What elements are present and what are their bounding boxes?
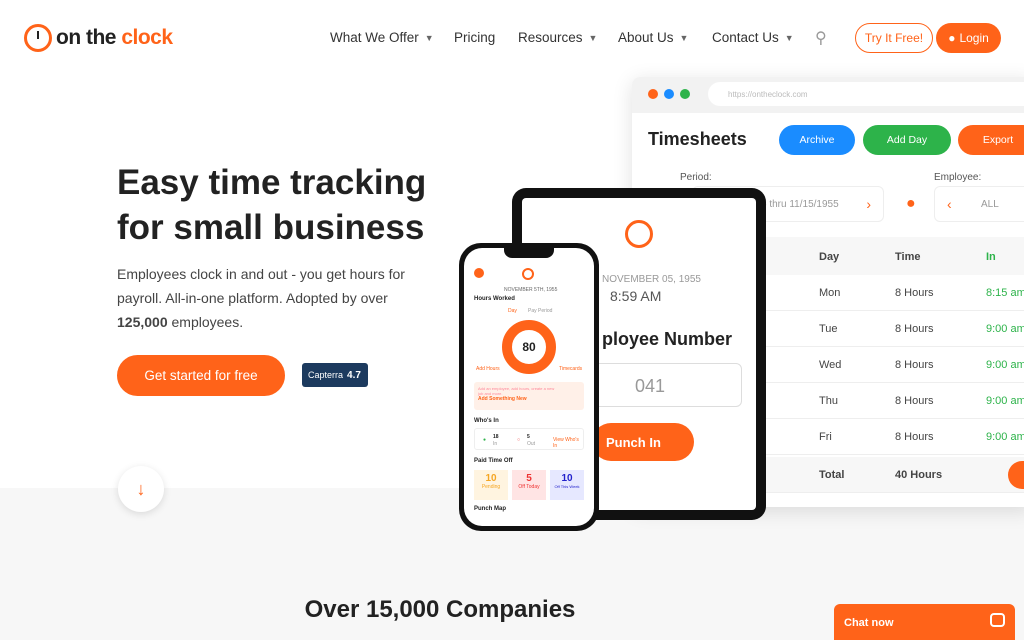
employee-label: Employee:	[934, 172, 982, 183]
tablet-date: NOVEMBER 05, 1955	[602, 274, 701, 285]
chat-bubble-icon	[990, 613, 1005, 627]
chevron-down-icon: ▼	[679, 32, 689, 43]
archive-button[interactable]: Archive	[779, 125, 855, 155]
hero-description: Employees clock in and out - you get hou…	[117, 266, 405, 330]
chevron-down-icon: ▼	[588, 32, 598, 43]
nav-resources[interactable]: Resources ▼	[518, 30, 597, 45]
punch-map-title: Punch Map	[474, 506, 507, 512]
nav-label: Contact Us	[712, 30, 779, 45]
nav-label: Resources	[518, 30, 583, 45]
capterra-badge[interactable]: Capterra 4.7	[302, 363, 368, 387]
employee-number-input[interactable]: 041	[592, 363, 742, 407]
time-cell: 8 Hours	[895, 431, 934, 443]
tablet-time: 8:59 AM	[610, 288, 662, 304]
user-icon: ●	[948, 31, 956, 45]
day-cell: Wed	[819, 359, 842, 371]
day-cell: Mon	[819, 287, 841, 299]
whos-in-card: ● 18 In ○ 5 Out View Who's In	[474, 428, 584, 450]
add-hours-link[interactable]: Add Hours	[476, 366, 500, 372]
pto-pending: 10 Pending	[474, 470, 508, 500]
chevron-down-icon: ▼	[424, 32, 434, 43]
nav-pricing[interactable]: Pricing	[454, 30, 495, 45]
hero-title: Easy time tracking for small business	[117, 163, 427, 247]
login-label: Login	[959, 31, 989, 45]
period-label: Period:	[680, 172, 712, 183]
arrow-down-icon[interactable]: ↓	[118, 466, 164, 512]
time-cell: 8 Hours	[895, 395, 934, 407]
nav-label: Pricing	[454, 30, 496, 45]
day-cell: Tue	[819, 323, 838, 335]
user-icon: ●	[906, 195, 916, 212]
add-something-card[interactable]: Add an employee, add hours, create a new…	[474, 382, 584, 410]
employee-number-heading: ployee Number	[602, 329, 733, 349]
in-cell: 8:15 am	[986, 287, 1024, 299]
nav-label: About Us	[618, 30, 674, 45]
tab-pay-period[interactable]: Pay Period	[528, 308, 552, 314]
nav-about-us[interactable]: About Us ▼	[618, 30, 688, 45]
export-button[interactable]: Export	[958, 125, 1024, 155]
chat-now-button[interactable]: Chat now	[834, 604, 1015, 640]
phone-date: NOVEMBER 5TH, 1955	[504, 287, 558, 293]
in-cell: 9:00 am	[986, 323, 1024, 335]
punch-in-button[interactable]: Punch In	[592, 423, 694, 461]
time-cell: 8 Hours	[895, 323, 934, 335]
in-cell: 9:00 am	[986, 431, 1024, 443]
nav-what-we-offer[interactable]: What We Offer ▼	[330, 30, 434, 45]
time-cell: 8 Hours	[895, 359, 934, 371]
whos-in-title: Who's In	[474, 418, 499, 424]
logo[interactable]: on the clock	[24, 24, 173, 52]
section-title: Over 15,000 Companies	[304, 596, 576, 623]
capterra-rating: 4.7	[347, 369, 361, 381]
employee-selector[interactable]: ‹ ALL	[934, 186, 1024, 222]
pto-off-week: 10 Off This Week	[550, 470, 584, 500]
day-cell: Thu	[819, 395, 838, 407]
nav-contact-us[interactable]: Contact Us ▼	[712, 30, 794, 45]
header: on the clock What We Offer ▼ Pricing Reso…	[0, 0, 1024, 76]
try-free-button[interactable]: Try It Free!	[855, 23, 933, 53]
get-started-button[interactable]: Get started for free	[117, 355, 285, 396]
pto-off-today: 5 Off Today	[512, 470, 546, 500]
chevron-right-icon: ›	[866, 196, 871, 212]
timesheets-title: Timesheets	[648, 129, 747, 149]
chevron-left-icon: ‹	[947, 196, 952, 212]
in-cell: 9:00 am	[986, 359, 1024, 371]
chevron-down-icon: ▼	[784, 32, 794, 43]
day-cell: Fri	[819, 431, 832, 443]
url-bar: https://ontheclock.com	[708, 82, 1024, 106]
in-cell: 9:00 am	[986, 395, 1024, 407]
clock-icon	[625, 220, 653, 248]
tab-day[interactable]: Day	[508, 308, 517, 314]
logo-text: on the	[56, 26, 117, 49]
view-whos-in-link[interactable]: View Who's In	[553, 437, 583, 449]
clock-icon	[522, 268, 534, 280]
capterra-label: Capterra	[308, 370, 344, 380]
search-icon[interactable]: ⚲	[815, 28, 827, 48]
add-day-button[interactable]: Add Day	[863, 125, 951, 155]
login-button[interactable]: ● Login	[936, 23, 1001, 53]
pto-title: Paid Time Off	[474, 458, 513, 464]
timecards-link[interactable]: Timecards	[559, 366, 582, 372]
hours-donut: 80	[502, 320, 556, 374]
nav-label: What We Offer	[330, 30, 419, 45]
hours-worked-title: Hours Worked	[474, 296, 515, 302]
phone-mockup: NOVEMBER 5TH, 1955 Hours Worked Day Pay …	[459, 243, 599, 531]
clock-icon	[24, 24, 52, 52]
time-cell: 8 Hours	[895, 287, 934, 299]
logo-text-accent: clock	[121, 26, 173, 49]
